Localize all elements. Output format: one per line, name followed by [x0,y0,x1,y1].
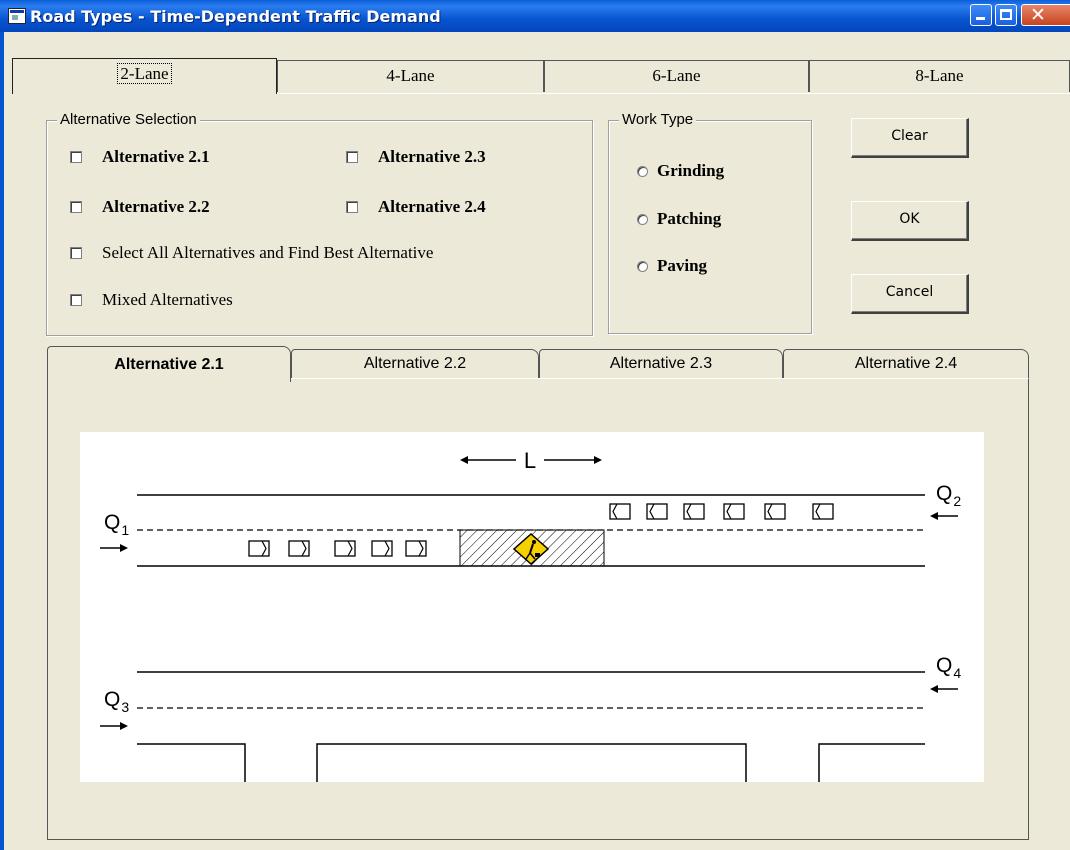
patching-radio[interactable]: Patching [637,209,721,229]
checkbox-box[interactable] [346,201,358,213]
tab-2-lane[interactable]: 2-Lane [12,58,277,94]
vehicle-icon [334,540,356,557]
clear-button[interactable]: Clear [851,118,969,158]
alternative-2-4-checkbox[interactable]: Alternative 2.4 [346,197,486,217]
checkbox-box[interactable] [70,294,82,306]
checkbox-label: Alternative 2.2 [102,197,210,216]
alternative-selection-legend: Alternative Selection [57,111,200,128]
q4-demand: Q4 [930,654,961,693]
radio-dot[interactable] [637,213,648,225]
checkbox-label: Mixed Alternatives [102,290,233,309]
tab-6-lane[interactable]: 6-Lane [544,60,809,92]
checkbox-box[interactable] [346,151,358,163]
queue-right-to-left [609,503,834,520]
q1-arrow-icon [120,544,128,552]
q3-demand: Q3 [100,688,129,730]
vehicle-icon [764,503,786,520]
vehicle-icon [812,503,834,520]
maximize-icon [1000,9,1012,20]
vehicle-icon [405,540,427,557]
paving-radio[interactable]: Paving [637,256,707,276]
road-edge-segment [818,743,925,782]
cancel-button[interactable]: Cancel [851,274,969,314]
checkbox-label: Alternative 2.1 [102,147,210,166]
checkbox-box[interactable] [70,151,82,163]
vehicle-icon [683,503,705,520]
bottom-road [137,671,925,782]
minimize-icon [976,17,985,20]
vehicle-icon [723,503,745,520]
ok-button[interactable]: OK [851,201,969,241]
tab-alternative-2-4[interactable]: Alternative 2.4 [783,349,1029,379]
radio-dot[interactable] [637,165,648,177]
tab-label: Alternative 2.2 [363,355,467,372]
checkbox-label: Alternative 2.3 [378,147,486,166]
tab-label: 8-Lane [915,66,964,85]
maximize-button[interactable] [995,4,1017,26]
q2-demand: Q2 [930,482,961,520]
tab-alternative-2-1[interactable]: Alternative 2.1 [47,346,291,382]
queue-left-to-right [248,540,427,557]
checkbox-label: Alternative 2.4 [378,197,486,216]
minimize-button[interactable] [970,4,992,26]
vehicle-icon [609,503,631,520]
q4-label: Q4 [936,654,961,681]
vehicle-icon [248,540,270,557]
close-button[interactable]: ✕ [1021,4,1070,26]
vehicle-icon [288,540,310,557]
q4-arrow-icon [930,685,938,693]
q2-label: Q2 [936,482,961,509]
radio-label: Paving [657,256,708,275]
tab-label: 4-Lane [386,66,435,85]
radio-label: Grinding [657,161,725,180]
q1-label: Q1 [104,511,129,538]
tab-alternative-2-3[interactable]: Alternative 2.3 [539,349,783,379]
road-edge-segment [316,743,747,782]
radio-label: Patching [657,209,722,228]
work-type-legend: Work Type [619,111,697,128]
q1-demand: Q1 [100,511,129,552]
title-bar[interactable]: Road Types - Time-Dependent Traffic Dema… [0,0,1070,32]
checkbox-box[interactable] [70,247,82,259]
q3-label: Q3 [104,688,129,715]
top-road [137,494,925,567]
tab-label: 6-Lane [652,66,701,85]
alternative-2-3-checkbox[interactable]: Alternative 2.3 [346,147,486,167]
checkbox-label: Select All Alternatives and Find Best Al… [102,243,434,262]
radio-dot[interactable] [637,260,648,272]
tab-label: Alternative 2.3 [609,355,713,372]
alternative-2-1-checkbox[interactable]: Alternative 2.1 [70,147,210,167]
length-label: L [524,448,536,473]
tab-4-lane[interactable]: 4-Lane [277,60,544,92]
tab-label: Alternative 2.1 [114,356,224,373]
vehicle-icon [371,540,393,557]
checkbox-box[interactable] [70,201,82,213]
vehicle-icon [646,503,668,520]
tab-label: 2-Lane [117,63,172,84]
window-title: Road Types - Time-Dependent Traffic Dema… [30,7,441,26]
tab-8-lane[interactable]: 8-Lane [809,60,1070,92]
grinding-radio[interactable]: Grinding [637,161,724,181]
road-diagram-svg: L Q1 Q2 Q3 Q4 [100,448,961,782]
window-frame-left [0,32,4,850]
mixed-alternatives-checkbox[interactable]: Mixed Alternatives [70,290,233,310]
length-indicator: L [460,448,602,473]
tab-label: Alternative 2.4 [854,355,958,372]
road-diagram: L Q1 Q2 Q3 Q4 [80,432,984,782]
close-icon: ✕ [1030,4,1046,26]
select-all-alternatives-checkbox[interactable]: Select All Alternatives and Find Best Al… [70,243,433,263]
alternative-2-2-checkbox[interactable]: Alternative 2.2 [70,197,210,217]
app-icon [8,8,26,24]
tab-alternative-2-2[interactable]: Alternative 2.2 [291,349,539,379]
q3-arrow-icon [120,722,128,730]
q2-arrow-icon [930,512,938,520]
road-edge-segment [137,743,246,782]
